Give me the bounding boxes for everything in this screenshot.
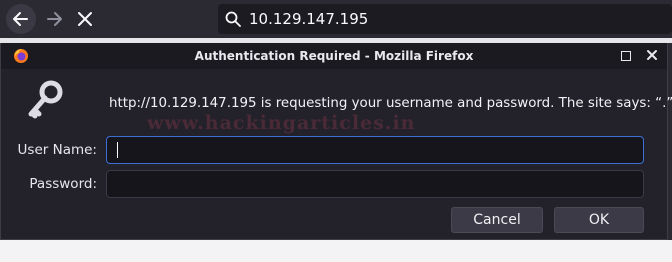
address-bar[interactable]: 10.129.147.195 <box>218 4 672 34</box>
maximize-icon[interactable] <box>621 51 631 61</box>
page-background <box>0 240 672 262</box>
dialog-titlebar[interactable]: Authentication Required - Mozilla Firefo… <box>1 43 667 69</box>
back-button[interactable] <box>6 4 36 34</box>
watermark-text: www.hackingarticles.in <box>147 112 416 134</box>
password-input[interactable] <box>113 174 637 196</box>
close-icon <box>78 12 92 26</box>
arrow-right-icon <box>47 12 62 26</box>
username-field[interactable] <box>106 136 644 164</box>
ok-button[interactable]: OK <box>554 207 644 233</box>
cancel-button[interactable]: Cancel <box>451 207 543 233</box>
forward-button[interactable] <box>39 4 69 34</box>
key-icon <box>28 80 63 119</box>
arrow-left-icon <box>13 12 28 26</box>
url-text: 10.129.147.195 <box>249 10 369 28</box>
password-field[interactable] <box>106 170 644 198</box>
password-label: Password: <box>29 176 97 192</box>
text-caret <box>117 142 118 158</box>
username-input[interactable] <box>113 140 637 162</box>
dialog-title: Authentication Required - Mozilla Firefo… <box>194 49 474 63</box>
close-icon[interactable] <box>645 48 659 62</box>
stop-button[interactable] <box>70 4 100 34</box>
username-label: User Name: <box>17 142 97 158</box>
browser-toolbar: 10.129.147.195 <box>0 0 672 38</box>
dialog-message: http://10.129.147.195 is requesting your… <box>109 96 672 111</box>
auth-dialog: Authentication Required - Mozilla Firefo… <box>0 43 672 240</box>
search-icon <box>225 11 241 27</box>
